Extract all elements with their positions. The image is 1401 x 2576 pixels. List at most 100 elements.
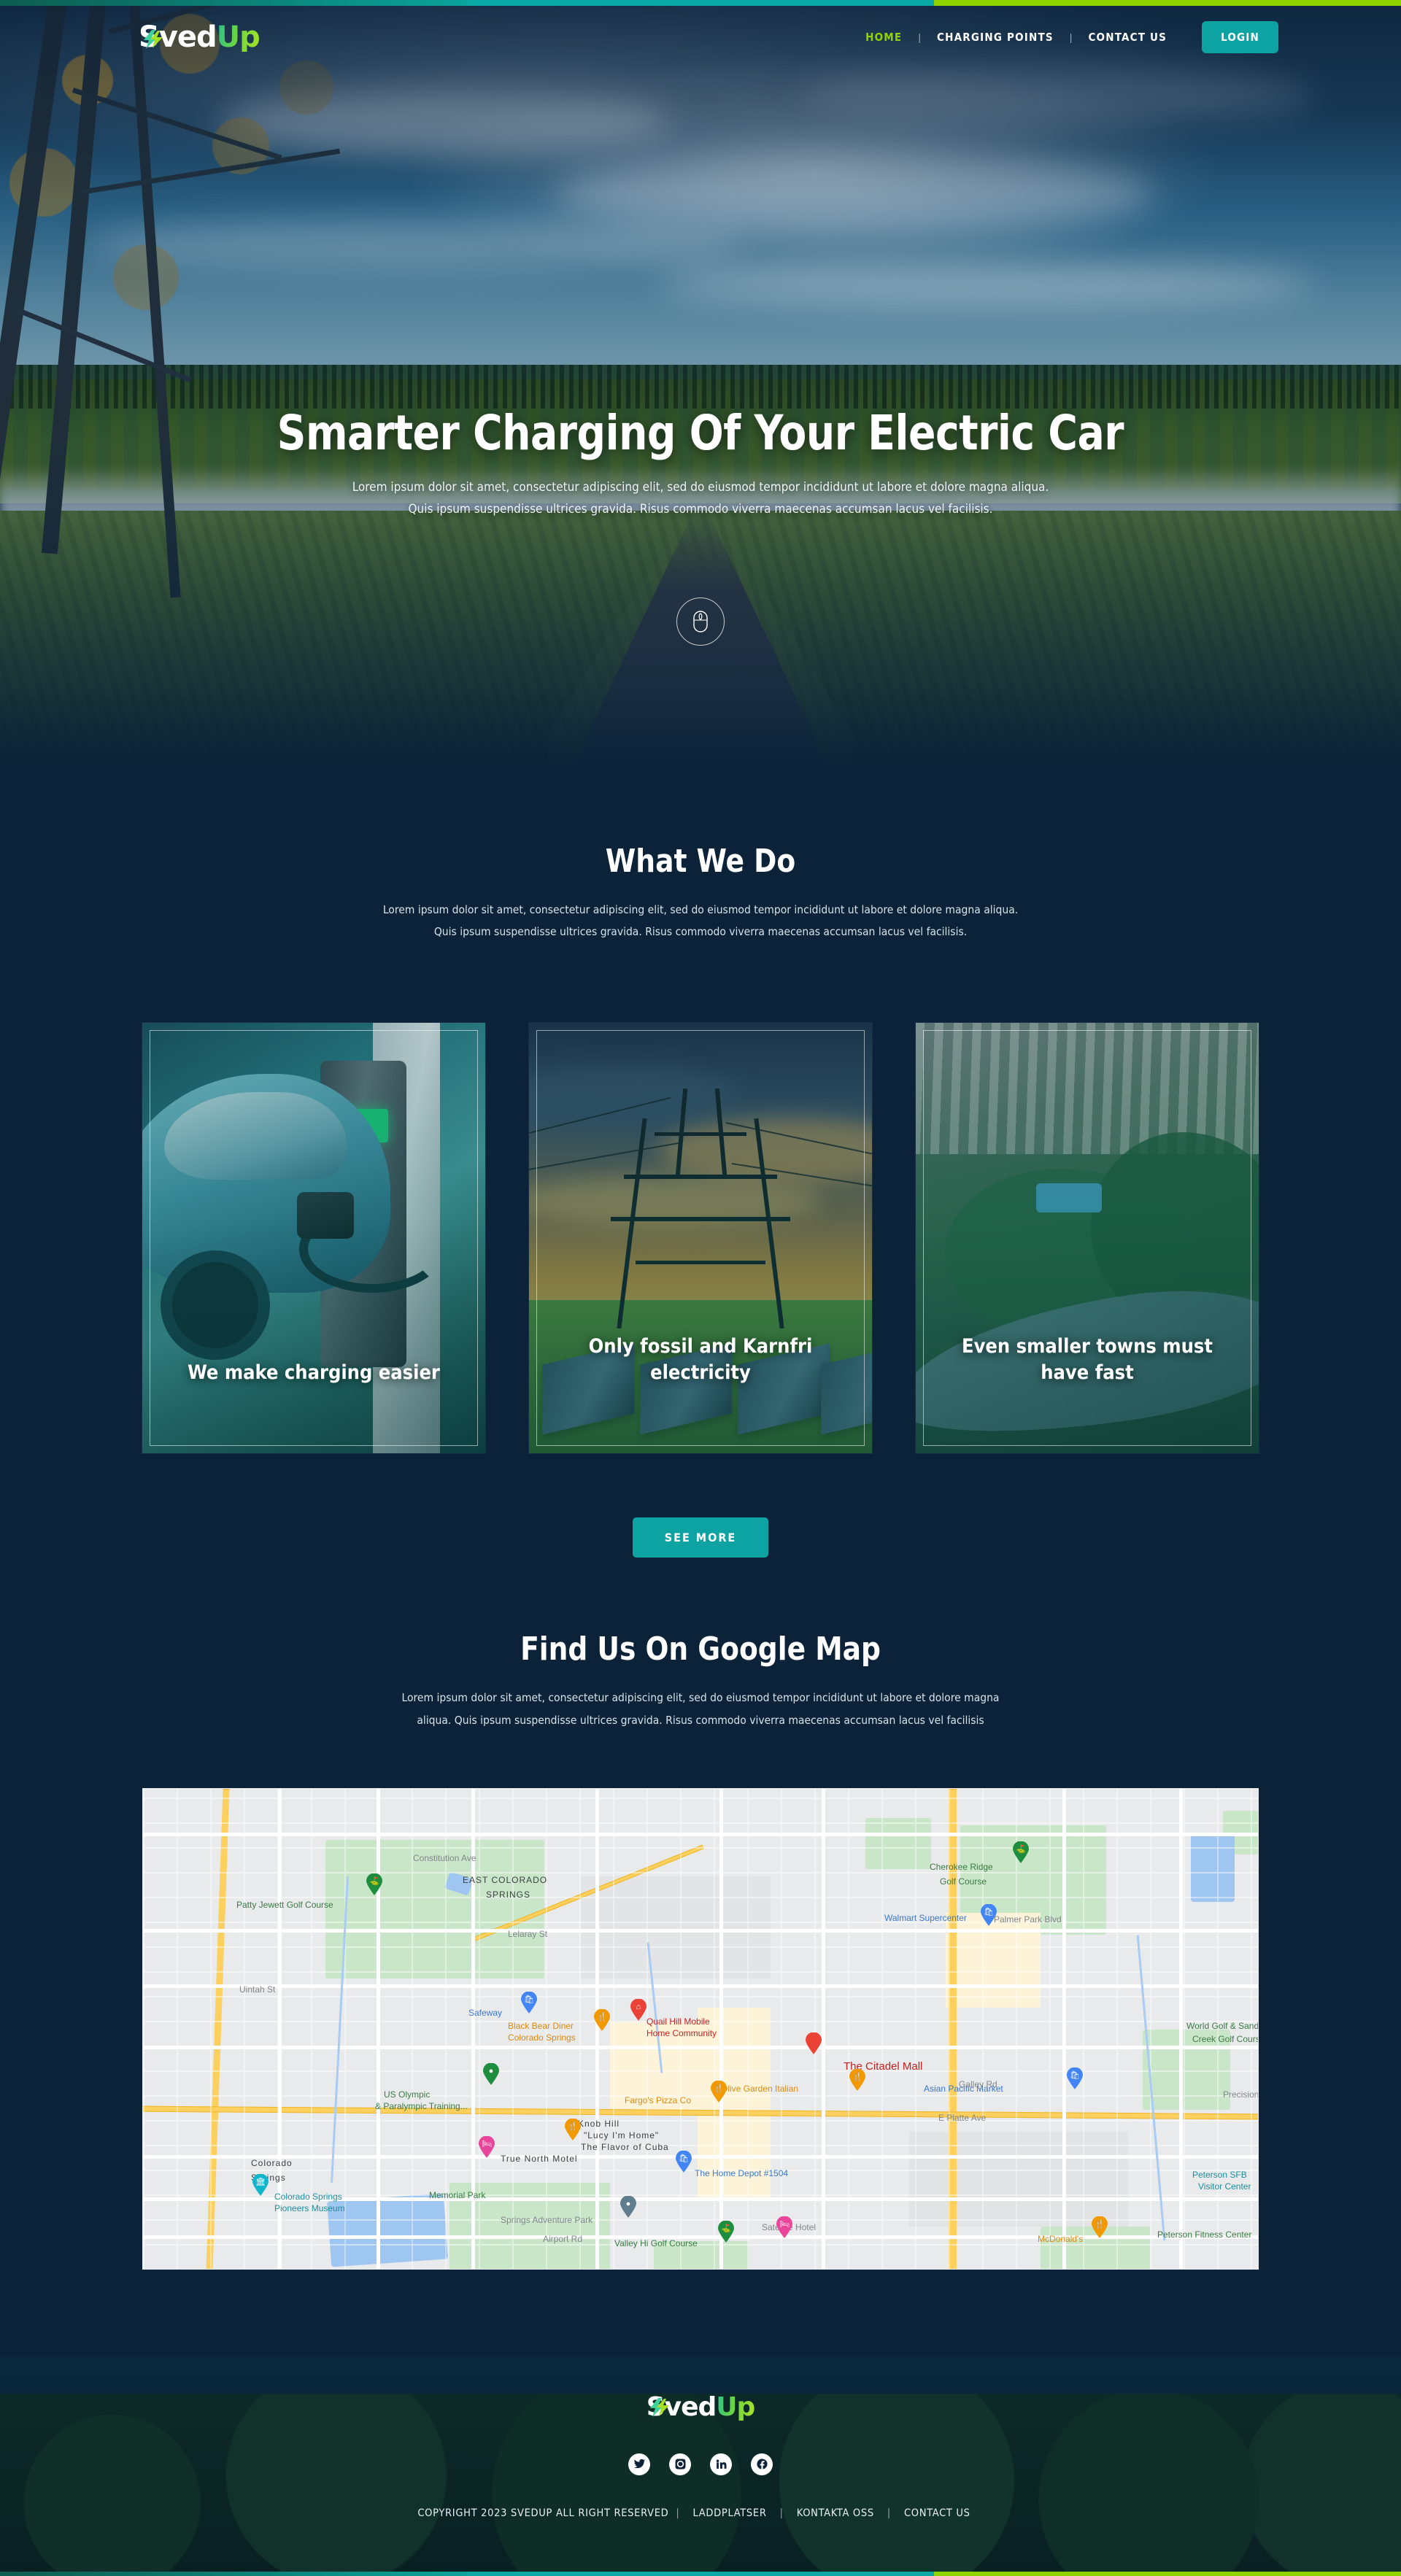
accent-segment-green xyxy=(934,2571,1401,2576)
map-place-label[interactable]: Home Community xyxy=(647,2028,717,2038)
feature-card-caption: Even smaller towns must have fast xyxy=(961,1334,1213,1384)
social-link-instagram[interactable] xyxy=(669,2453,691,2475)
accent-segment-green xyxy=(934,0,1401,6)
map-place-label[interactable]: Precision 509 Gymnastics xyxy=(1223,2089,1258,2100)
map-place-label[interactable]: Visitor Center xyxy=(1198,2181,1251,2192)
footer-link-contact-us[interactable]: CONTACT US xyxy=(891,2507,984,2519)
map-place-label[interactable]: Fargo's Pizza Co xyxy=(625,2095,691,2105)
what-we-do-subtitle-line-1: Lorem ipsum dolor sit amet, consectetur … xyxy=(382,903,1019,916)
map-place-label[interactable]: Palmer Park Blvd xyxy=(994,1914,1062,1925)
map-place-label[interactable]: Colorado Springs xyxy=(274,2192,342,2202)
map-place-label[interactable]: World Golf & Sand xyxy=(1186,2021,1258,2031)
map-place-label[interactable]: Memorial Park xyxy=(429,2190,485,2200)
facebook-icon xyxy=(756,2459,768,2469)
map-place-label[interactable]: Valley Hi Golf Course xyxy=(614,2238,698,2248)
map-place-label[interactable]: Springs Adventure Park xyxy=(501,2215,593,2225)
dark-content-wrapper: What We Do Lorem ipsum dolor sit amet, c… xyxy=(0,773,1401,2576)
map-place-label[interactable]: Airport Rd xyxy=(543,2234,582,2244)
map-place-label[interactable]: The Home Depot #1504 xyxy=(695,2168,788,2178)
lightning-bolt-icon xyxy=(144,29,163,49)
footer-logo[interactable]: Sved Up xyxy=(647,2391,756,2424)
map-place-label[interactable]: Peterson SFB xyxy=(1192,2170,1247,2180)
feature-card-charging[interactable]: We make charging easier xyxy=(142,1023,485,1454)
site-footer: Sved Up COPYRIGHT 2023 SVEDUP ALL RIGHT … xyxy=(0,2356,1401,2576)
map-marker-glyph: 🍴 xyxy=(852,2072,862,2081)
social-link-twitter[interactable] xyxy=(628,2453,650,2475)
footer-copyright-bar: COPYRIGHT 2023 SVEDUP ALL RIGHT RESERVED… xyxy=(417,2507,983,2519)
twitter-icon xyxy=(633,2459,645,2469)
map-place-label[interactable]: Constitution Ave xyxy=(413,1853,476,1863)
what-we-do-subtitle-line-2: Quis ipsum suspendisse ultrices gravida.… xyxy=(433,925,968,939)
accent-segment-teal-dark xyxy=(0,0,467,6)
map-place-label[interactable]: Pioneers Museum xyxy=(274,2203,345,2213)
map-marker-glyph: 🛍 xyxy=(679,2154,689,2163)
feature-card-smaller-towns[interactable]: Even smaller towns must have fast xyxy=(916,1023,1259,1454)
map-place-label[interactable]: Black Bear Diner xyxy=(508,2021,574,2031)
map-marker-glyph: 🛏 xyxy=(482,2139,492,2148)
map-place-label[interactable]: The Flavor of Cuba xyxy=(581,2142,669,2152)
social-links xyxy=(628,2453,773,2475)
google-map-embed[interactable]: Patty Jewett Golf Course ⛳ EAST COLORADO SP… xyxy=(142,1787,1259,2270)
map-marker-glyph: 🍴 xyxy=(568,2121,578,2131)
nav-links: HOME | CHARGING POINTS | CONTACT US xyxy=(849,31,1183,44)
map-place-label[interactable]: Creek Golf Course xyxy=(1192,2034,1258,2044)
map-place-label[interactable]: Galley Rd xyxy=(959,2079,997,2089)
login-button[interactable]: LOGIN xyxy=(1202,20,1278,53)
map-place-label[interactable]: Cherokee Ridge xyxy=(930,1862,993,1872)
map-place-label[interactable]: Patty Jewett Golf Course xyxy=(236,1900,333,1910)
social-link-facebook[interactable] xyxy=(751,2453,773,2475)
hero-section: Sved Up HOME | CHARGING POINTS | CONTACT … xyxy=(0,0,1401,773)
map-place-label[interactable]: SPRINGS xyxy=(486,1890,530,1900)
map-marker-glyph: 🍴 xyxy=(1095,2219,1105,2229)
map-place-label[interactable]: "Lucy I'm Home" xyxy=(584,2130,659,2140)
map-section-title: Find Us On Google Map xyxy=(520,1631,881,1668)
nav-item-contact-us[interactable]: CONTACT US xyxy=(1072,31,1183,44)
accent-segment-teal-dark xyxy=(0,2571,467,2576)
site-logo[interactable]: Sved Up xyxy=(139,20,260,54)
feature-card-electricity[interactable]: Only fossil and Karnfri electricity xyxy=(529,1023,872,1454)
logo-text-accent: Up xyxy=(216,20,260,54)
map-place-label[interactable]: Uintah St xyxy=(239,1984,275,1995)
map-place-label[interactable]: Quail Hill Mobile xyxy=(647,2016,710,2027)
card-tint-overlay xyxy=(142,1023,485,1454)
map-place-label[interactable]: True North Motel xyxy=(501,2154,578,2164)
footer-link-laddplatser[interactable]: LADDPLATSER xyxy=(680,2507,780,2519)
map-subtitle-line-2: aliqua. Quis ipsum suspendisse ultrices … xyxy=(417,1713,984,1727)
social-link-linkedin[interactable] xyxy=(710,2453,732,2475)
map-place-label[interactable]: US Olympic xyxy=(384,2089,430,2100)
map-marker-glyph: 🛍 xyxy=(984,1907,994,1916)
map-place-label[interactable]: Golf Course xyxy=(940,1876,987,1887)
feature-card-caption: We make charging easier xyxy=(188,1361,440,1384)
map-place-label[interactable]: Walmart Supercenter xyxy=(884,1913,967,1923)
feature-card-caption: Only fossil and Karnfri electricity xyxy=(588,1334,813,1384)
bottom-accent-bar xyxy=(0,2571,1401,2576)
map-place-label[interactable]: E Platte Ave xyxy=(938,2113,986,2123)
map-place-label[interactable]: McDonald's xyxy=(1038,2234,1083,2244)
map-place-label[interactable]: EAST COLORADO xyxy=(463,1875,547,1885)
footer-link-kontakta-oss[interactable]: KONTAKTA OSS xyxy=(784,2507,887,2519)
nav-item-home[interactable]: HOME xyxy=(849,31,918,44)
copyright-text: COPYRIGHT 2023 SVEDUP ALL RIGHT RESERVED xyxy=(417,2507,669,2519)
map-place-label[interactable]: Peterson Fitness Center xyxy=(1157,2229,1251,2240)
map-place-label[interactable]: Lelaray St xyxy=(508,1929,547,1939)
map-place-label[interactable]: & Paralympic Training... xyxy=(375,2101,468,2111)
landing-page: Sved Up HOME | CHARGING POINTS | CONTACT … xyxy=(0,0,1401,2576)
card-tint-overlay xyxy=(916,1023,1259,1454)
map-place-label[interactable]: Safeway xyxy=(468,2008,502,2018)
see-more-wrapper: SEE MORE xyxy=(0,1517,1401,1558)
map-place-label[interactable]: Colorado xyxy=(251,2158,293,2168)
accent-segment-teal xyxy=(467,0,934,6)
map-place-label[interactable]: Colorado Springs xyxy=(508,2032,576,2043)
map-place-label[interactable]: Olive Garden Italian xyxy=(721,2084,798,2094)
lightning-bolt-icon xyxy=(649,2397,669,2417)
map-marker-glyph: ⛳ xyxy=(1016,1844,1026,1854)
nav-item-charging-points[interactable]: CHARGING POINTS xyxy=(921,31,1070,44)
footer-logo-text-accent: Up xyxy=(716,2391,755,2422)
top-accent-bar xyxy=(0,0,1401,6)
scroll-down-indicator[interactable] xyxy=(676,597,725,646)
map-marker-glyph: 🛏 xyxy=(779,2219,790,2229)
what-we-do-title: What We Do xyxy=(605,843,796,880)
map-marker-glyph: ● xyxy=(488,2066,494,2076)
see-more-button[interactable]: SEE MORE xyxy=(632,1517,769,1558)
map-place-label[interactable]: Knob Hill xyxy=(578,2119,620,2129)
